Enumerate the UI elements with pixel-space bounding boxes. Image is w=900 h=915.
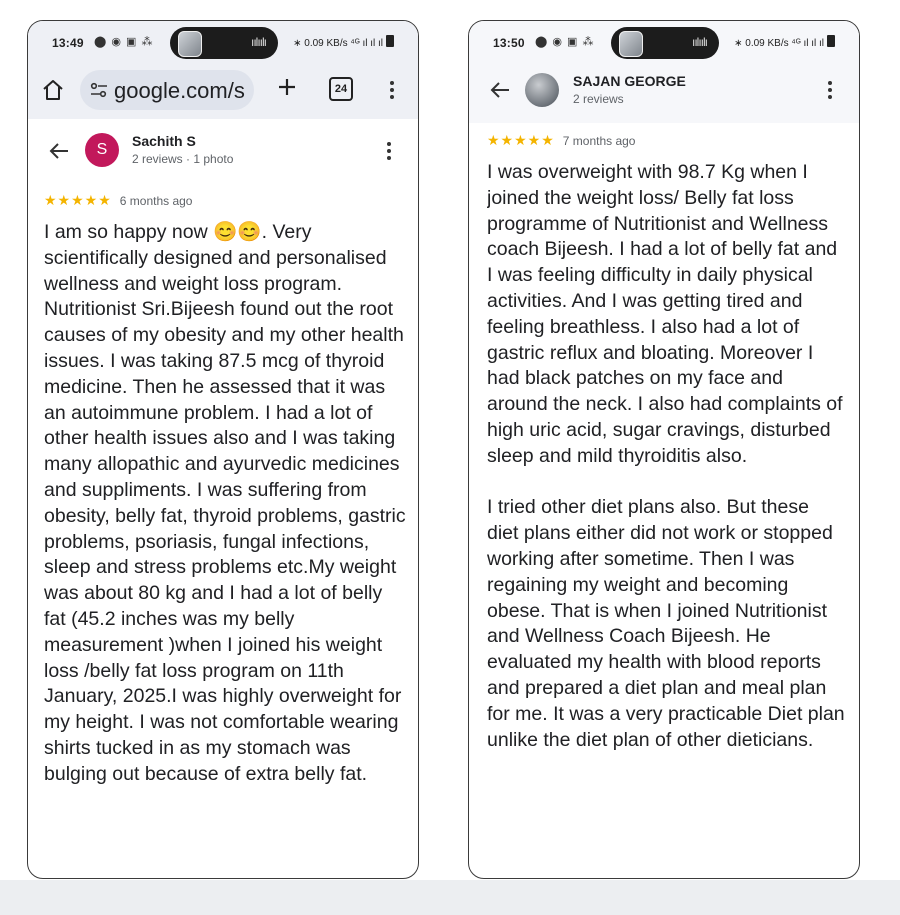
rating-row: ★★★★★ 6 months ago <box>44 192 192 208</box>
review-time: 6 months ago <box>119 194 193 208</box>
reviewer-avatar[interactable]: S <box>85 133 119 167</box>
browser-toolbar: google.com/s 24 <box>28 61 418 119</box>
new-tab-icon[interactable] <box>275 75 299 99</box>
review-header: SAJAN GEORGE 2 reviews <box>469 61 859 123</box>
audio-wave-icon: ıılıılı <box>691 35 708 49</box>
phone-screenshot-left: 13:49 ⬤ ◉ ▣ ⁂ ıılıılı ∗ 0.09 KB/s ⁴ᴳ ıl … <box>27 20 419 879</box>
star-rating: ★★★★★ <box>487 132 555 148</box>
reviewer-name[interactable]: SAJAN GEORGE <box>573 73 686 89</box>
status-time: 13:49 <box>52 36 84 50</box>
audio-wave-icon: ıılıılı <box>250 35 267 49</box>
system-status-icons: ∗ 0.09 KB/s ⁴ᴳ ıl ıl ıl <box>293 35 394 49</box>
caller-avatar <box>619 31 643 57</box>
review-more-options-icon[interactable] <box>386 142 392 160</box>
more-options-icon[interactable] <box>389 81 395 99</box>
home-icon[interactable] <box>41 78 65 102</box>
address-bar[interactable]: google.com/s <box>80 70 254 110</box>
status-bar: 13:49 ⬤ ◉ ▣ ⁂ ıılıılı ∗ 0.09 KB/s ⁴ᴳ ıl … <box>28 21 418 61</box>
signal-status-text: ∗ 0.09 KB/s ⁴ᴳ ıl ıl ıl <box>734 38 824 49</box>
status-time: 13:50 <box>493 36 525 50</box>
star-rating: ★★★★★ <box>44 192 112 208</box>
review-body-text: I was overweight with 98.7 Kg when I joi… <box>487 161 845 751</box>
notification-icons: ⬤ ◉ ▣ ⁂ <box>535 36 595 48</box>
review-body-text: I am so happy now 😊😊. Very scientificall… <box>44 221 406 785</box>
bottom-strip <box>0 880 900 915</box>
reviewer-avatar-photo[interactable] <box>525 73 559 107</box>
reviewer-meta: 2 reviews <box>573 92 624 106</box>
system-status-icons: ∗ 0.09 KB/s ⁴ᴳ ıl ıl ıl <box>734 35 835 49</box>
call-pill[interactable]: ıılıılı <box>611 27 719 59</box>
site-settings-icon[interactable] <box>90 81 108 99</box>
signal-status-text: ∗ 0.09 KB/s ⁴ᴳ ıl ıl ıl <box>293 38 383 49</box>
review-header: S Sachith S 2 reviews · 1 photo <box>28 121 418 181</box>
url-text: google.com/s <box>114 78 245 103</box>
reviewer-name[interactable]: Sachith S <box>132 133 196 149</box>
tab-switcher-button[interactable]: 24 <box>329 77 353 101</box>
review-time: 7 months ago <box>562 134 636 148</box>
battery-icon <box>827 35 835 47</box>
phone-screenshot-right: 13:50 ⬤ ◉ ▣ ⁂ ıılıılı ∗ 0.09 KB/s ⁴ᴳ ıl … <box>468 20 860 879</box>
call-pill[interactable]: ıılıılı <box>170 27 278 59</box>
notification-icons: ⬤ ◉ ▣ ⁂ <box>94 36 154 48</box>
rating-row: ★★★★★ 7 months ago <box>487 132 635 148</box>
back-arrow-icon[interactable] <box>489 79 511 101</box>
reviewer-meta: 2 reviews · 1 photo <box>132 152 234 166</box>
caller-avatar <box>178 31 202 57</box>
battery-icon <box>386 35 394 47</box>
status-bar: 13:50 ⬤ ◉ ▣ ⁂ ıılıılı ∗ 0.09 KB/s ⁴ᴳ ıl … <box>469 21 859 61</box>
back-arrow-icon[interactable] <box>48 140 70 162</box>
review-more-options-icon[interactable] <box>827 81 833 99</box>
